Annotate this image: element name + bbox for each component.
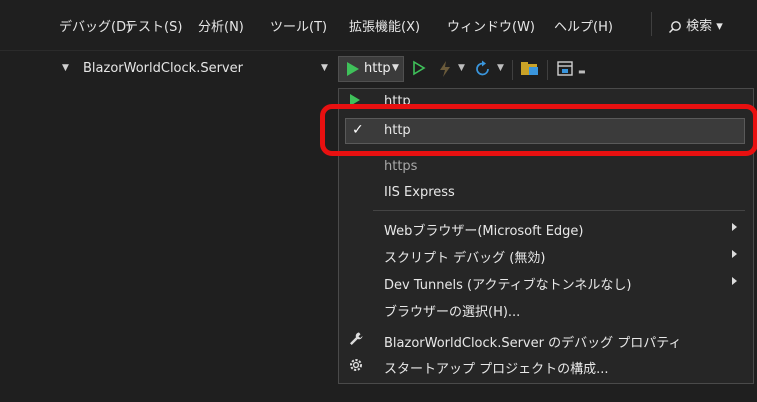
menu-separator [651, 12, 652, 36]
play-icon [346, 61, 360, 81]
menu-help[interactable]: ヘルプ(H) [554, 16, 613, 35]
menu-debug[interactable]: デバッグ(D) [59, 16, 131, 35]
chevron-down-icon: ▼ [321, 63, 328, 73]
solution-config-combo[interactable]: ▼ [0, 58, 80, 81]
toolbar-separator [547, 60, 548, 80]
dd-item-label: スタートアップ プロジェクトの構成... [384, 362, 609, 377]
folder-icon[interactable] [520, 60, 540, 82]
menu-tools[interactable]: ツール(T) [270, 16, 327, 35]
menu-test[interactable]: テスト(S) [125, 16, 182, 35]
submenu-arrow-icon [732, 277, 737, 285]
chevron-down-icon[interactable]: ▼ [497, 63, 504, 73]
menu-window[interactable]: ウィンドウ(W) [447, 16, 535, 35]
startup-project-combo[interactable]: BlazorWorldClock.Server ▼ [80, 58, 332, 81]
overflow-icon[interactable]: ▬ [578, 67, 586, 76]
search-icon [668, 19, 686, 34]
dd-item-iis-express[interactable]: IIS Express [339, 180, 753, 206]
hot-reload-icon[interactable] [436, 60, 454, 82]
dd-item-debug-properties[interactable]: BlazorWorldClock.Server のデバッグ プロパティ [339, 327, 753, 353]
run-profile-label: http [364, 61, 391, 76]
dd-item-label: ブラウザーの選択(H)... [384, 305, 521, 320]
menu-bar: デバッグ(D) テスト(S) 分析(N) ツール(T) 拡張機能(X) ウィンド… [0, 0, 757, 50]
wrench-icon [348, 331, 364, 351]
dd-item-https[interactable]: https [339, 154, 753, 180]
chevron-down-icon: ▼ [392, 63, 399, 73]
chevron-down-icon: ▼ [62, 63, 69, 73]
startup-project-label: BlazorWorldClock.Server [83, 61, 243, 76]
refresh-icon[interactable] [474, 60, 492, 82]
play-outline-icon[interactable] [412, 60, 426, 80]
search-button[interactable]: 検索 ▾ [668, 15, 723, 34]
run-profile-button[interactable]: http ▼ [338, 56, 404, 82]
submenu-arrow-icon [732, 223, 737, 231]
dd-item-script-debug[interactable]: スクリプト デバッグ (無効) [339, 242, 753, 268]
gear-icon [348, 357, 364, 377]
submenu-arrow-icon [732, 250, 737, 258]
menu-analyze[interactable]: 分析(N) [198, 16, 244, 35]
chevron-down-icon[interactable]: ▼ [458, 63, 465, 73]
dd-separator [373, 210, 745, 211]
dd-item-dev-tunnels[interactable]: Dev Tunnels (アクティブなトンネルなし) [339, 269, 753, 295]
dd-item-label: IIS Express [384, 185, 455, 200]
dd-item-configure-startup[interactable]: スタートアップ プロジェクトの構成... [339, 353, 753, 379]
window-icon[interactable] [556, 60, 576, 82]
dd-item-label: スクリプト デバッグ (無効) [384, 251, 546, 266]
dd-item-label: https [384, 159, 418, 174]
dd-item-label: Webブラウザー(Microsoft Edge) [384, 224, 584, 239]
annotation-highlight-box [320, 104, 757, 156]
search-label: 検索 ▾ [686, 19, 723, 34]
toolbar-separator [512, 60, 513, 80]
dd-item-choose-browser[interactable]: ブラウザーの選択(H)... [339, 296, 753, 322]
menu-extensions[interactable]: 拡張機能(X) [349, 16, 420, 35]
dd-item-label: Dev Tunnels (アクティブなトンネルなし) [384, 278, 632, 293]
dd-item-label: BlazorWorldClock.Server のデバッグ プロパティ [384, 336, 682, 351]
dd-item-web-browser[interactable]: Webブラウザー(Microsoft Edge) [339, 215, 753, 241]
toolbar: ▼ BlazorWorldClock.Server ▼ http ▼ ▼ ▼ ▬ [0, 50, 757, 90]
